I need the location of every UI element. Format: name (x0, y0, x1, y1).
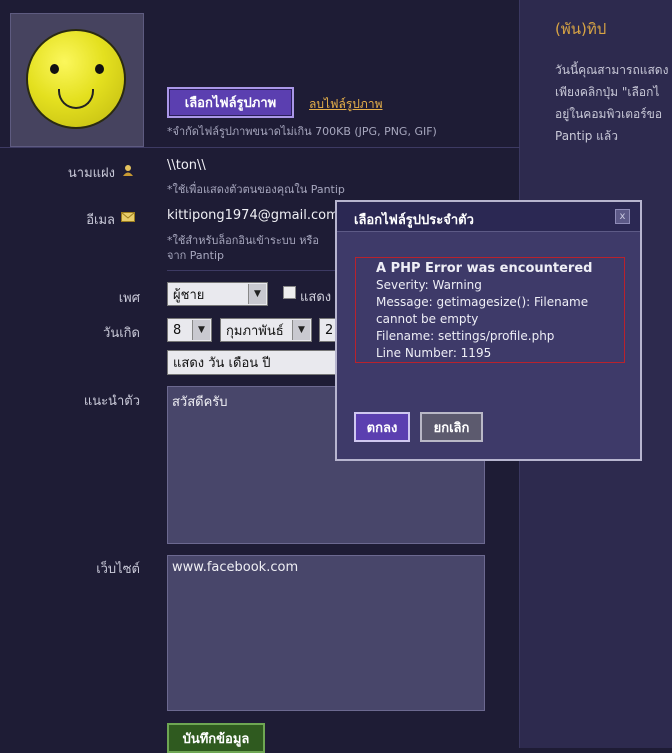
birthday-label: วันเกิด (103, 326, 140, 341)
error-line-number: Line Number: 1195 (376, 346, 492, 360)
intro-text: สวัสดีครับ (172, 395, 228, 410)
tip-line: วันนี้คุณสามารถแสดง (555, 63, 669, 77)
email-hint-line2: จาก Pantip (167, 249, 224, 262)
tip-line: Pantip แล้ว (555, 129, 618, 143)
error-message-line1: Message: getimagesize(): Filename (376, 295, 589, 309)
envelope-icon (121, 212, 135, 222)
avatar-right-eye (95, 64, 104, 74)
delete-photo-link[interactable]: ลบไฟล์รูปภาพ (309, 95, 382, 114)
birthday-year-value: 2 (325, 322, 334, 338)
tip-line: อยู่ในคอมพิวเตอร์ขอ (555, 107, 663, 121)
tip-line: เพียงคลิกปุ่ม "เลือกไ (555, 85, 660, 99)
dialog-title: เลือกไฟล์รูปประจำตัว (354, 213, 474, 228)
error-heading: A PHP Error was encountered (376, 261, 593, 276)
smiley-avatar-icon (26, 29, 126, 129)
error-message-line2: cannot be empty (376, 312, 479, 326)
close-icon[interactable]: x (615, 209, 630, 224)
avatar-mouth (58, 89, 94, 109)
avatar-left-eye (50, 64, 59, 74)
show-gender-label: แสดง (300, 290, 332, 305)
ok-button[interactable]: ตกลง (354, 412, 410, 442)
chevron-down-icon: ▼ (248, 284, 266, 304)
save-button[interactable]: บันทึกข้อมูล (167, 723, 265, 753)
intro-label: แนะนำตัว (83, 394, 140, 409)
website-text: www.facebook.com (172, 560, 299, 575)
alias-value[interactable]: \\ton\\ (167, 158, 206, 173)
birthday-month-select[interactable]: กุมภาพันธ์ ▼ (220, 318, 312, 342)
show-gender-checkbox[interactable] (283, 286, 296, 299)
alias-hint: *ใช้เพื่อแสดงตัวตนของคุณใน Pantip (167, 183, 345, 196)
birthday-display-select[interactable]: แสดง วัน เดือน ปี (167, 350, 349, 375)
chevron-down-icon: ▼ (192, 320, 210, 340)
cancel-button[interactable]: ยกเลิก (420, 412, 483, 442)
website-label: เว็บไซต์ (96, 562, 140, 577)
gender-select-value: ผู้ชาย (173, 287, 205, 303)
birthday-day-select[interactable]: 8 ▼ (167, 318, 212, 342)
birthday-month-value: กุมภาพันธ์ (226, 323, 284, 339)
chevron-down-icon: ▼ (292, 320, 310, 340)
gender-select[interactable]: ผู้ชาย ▼ (167, 282, 268, 306)
tip-body: วันนี้คุณสามารถแสดง เพียงคลิกปุ่ม "เลือก… (555, 59, 672, 147)
birthday-day-value: 8 (173, 322, 182, 338)
email-value[interactable]: kittipong1974@gmail.com (167, 208, 339, 223)
alias-label: นามแฝง (67, 166, 115, 181)
choose-photo-dialog: เลือกไฟล์รูปประจำตัว x A PHP Error was e… (335, 200, 642, 461)
email-label: อีเมล (86, 213, 115, 228)
tip-title: (พัน)ทิป (555, 20, 607, 38)
photo-size-hint: *จำกัดไฟล์รูปภาพขนาดไม่เกิน 700KB (JPG, … (167, 125, 437, 138)
error-filename: Filename: settings/profile.php (376, 329, 555, 343)
gender-label: เพศ (118, 291, 140, 306)
user-icon (123, 165, 133, 176)
section-divider (0, 147, 520, 148)
choose-photo-button[interactable]: เลือกไฟล์รูปภาพ (167, 87, 294, 118)
php-error-box: A PHP Error was encountered Severity: Wa… (355, 257, 625, 363)
birthday-display-value: แสดง วัน เดือน ปี (173, 356, 271, 371)
error-severity: Severity: Warning (376, 278, 482, 292)
website-textarea[interactable]: www.facebook.com (167, 555, 485, 711)
